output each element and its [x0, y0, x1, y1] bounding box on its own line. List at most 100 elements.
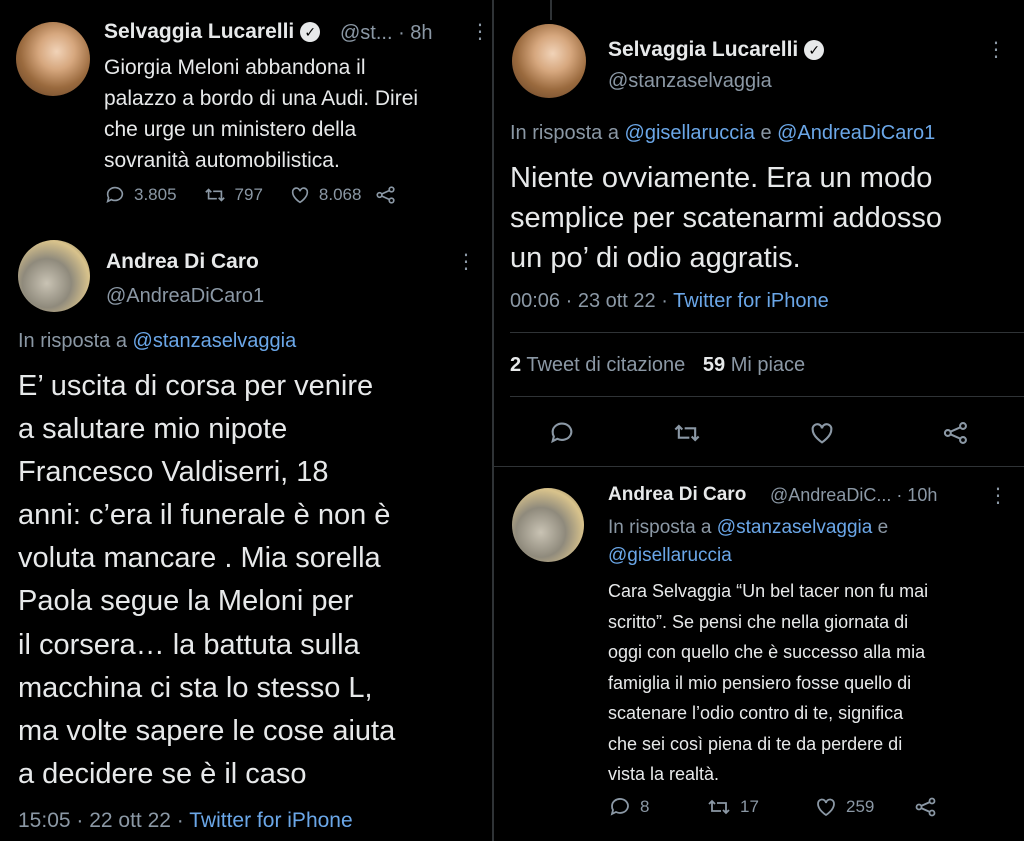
tweet-timestamp: 00:06 · 23 ott 22 · Twitter for iPhone: [510, 290, 829, 313]
more-options-icon[interactable]: ⋮: [456, 252, 476, 272]
reply-button[interactable]: 8: [608, 795, 706, 819]
like-count: 8.068: [318, 185, 362, 204]
tweet-text: Cara Selvaggia “Un bel tacer non fu mai …: [608, 576, 1018, 790]
thread-line: [550, 0, 552, 20]
tweet-text: Giorgia Meloni abbandona il palazzo a bo…: [104, 52, 474, 176]
reply-joiner: e: [760, 122, 772, 144]
text-line: il corsera… la battuta sulla: [18, 628, 360, 661]
reply-count: 8: [640, 797, 650, 816]
text-line: sovranità automobilistica.: [104, 149, 340, 172]
share-icon[interactable]: [942, 419, 970, 447]
timestamp-text[interactable]: 15:05 · 22 ott 22 ·: [18, 809, 184, 832]
tweet-actions: 8 17 259: [608, 795, 938, 819]
heart-icon: [291, 187, 309, 204]
share-icon[interactable]: [914, 795, 938, 819]
source-link[interactable]: Twitter for iPhone: [673, 290, 829, 312]
verified-icon: ✓: [300, 22, 321, 43]
mention-link[interactable]: @stanzaselvaggia: [133, 330, 297, 352]
avatar[interactable]: [18, 240, 90, 312]
author-handle[interactable]: @AndreaDiCaro1: [106, 285, 264, 308]
retweet-button[interactable]: 17: [706, 795, 814, 819]
text-line: un po’ di odio aggratis.: [510, 242, 801, 274]
engagement-stats: 2 Tweet di citazione 59 Mi piace: [510, 354, 805, 377]
reply-icon: [610, 798, 629, 816]
heart-icon[interactable]: [808, 419, 836, 447]
mention-link[interactable]: @gisellaruccia: [625, 122, 755, 144]
reply-joiner: e: [877, 517, 889, 538]
like-stat[interactable]: 59 Mi piace: [703, 354, 805, 376]
text-line: a salutare mio nipote: [18, 413, 288, 446]
author-name[interactable]: Andrea Di Caro: [608, 484, 746, 506]
retweet-icon: [708, 799, 730, 815]
avatar[interactable]: [16, 22, 90, 96]
divider: [494, 466, 1024, 467]
tweet-timestamp: 15:05 · 22 ott 22 · Twitter for iPhone: [18, 809, 353, 833]
text-line: oggi con quello che è successo alla mia: [608, 642, 926, 662]
handle-time[interactable]: @st... · 8h: [340, 22, 433, 45]
quote-stat[interactable]: 2 Tweet di citazione: [510, 354, 691, 376]
reply-context: In risposta a @gisellaruccia e @AndreaDi…: [510, 122, 935, 145]
reply-button[interactable]: 3.805: [104, 184, 177, 206]
text-line: che sei così piena di te da perdere di: [608, 733, 903, 754]
text-line: scritto”. Se pensi che nella giornata di: [608, 611, 909, 632]
retweet-button[interactable]: 797: [203, 184, 263, 206]
mention-link[interactable]: @AndreaDiCaro1: [777, 122, 935, 144]
like-button[interactable]: 259: [814, 795, 914, 819]
reply-icon: [106, 186, 124, 203]
text-line: Paola segue la Meloni per: [18, 585, 354, 618]
author-name-text: Selvaggia Lucarelli: [104, 20, 295, 43]
text-line: vista la realtà.: [608, 764, 720, 784]
tweet-text: E’ uscita di corsa per venire a salutare…: [18, 365, 488, 796]
text-line: Francesco Valdiserri, 18: [18, 456, 329, 489]
text-line: anni: c’era il funerale è non è: [18, 499, 391, 532]
text-line: Cara Selvaggia “Un bel tacer non fu mai: [608, 581, 929, 601]
author-name[interactable]: Andrea Di Caro: [106, 250, 259, 274]
quote-label: Tweet di citazione: [526, 354, 686, 376]
timestamp-text[interactable]: 00:06 · 23 ott 22 ·: [510, 290, 668, 312]
text-line: E’ uscita di corsa per venire: [18, 370, 374, 402]
tweet-text: Niente ovviamente. Era un modo semplice …: [510, 158, 1015, 278]
avatar[interactable]: [512, 488, 584, 562]
more-options-icon[interactable]: ⋮: [988, 486, 1008, 506]
text-line: voluta mancare . Mia sorella: [18, 542, 381, 575]
reply-prefix: In risposta a: [510, 122, 619, 144]
reply-prefix: In risposta a: [18, 330, 127, 352]
text-line: che urge un ministero della: [104, 118, 357, 141]
reply-icon[interactable]: [548, 419, 576, 447]
retweet-count: 797: [234, 185, 263, 204]
verified-icon: ✓: [804, 40, 825, 61]
text-line: semplice per scatenarmi addosso: [510, 202, 942, 234]
text-line: ma volte sapere le cose aiuta: [18, 714, 396, 747]
handle-time[interactable]: @AndreaDiC... · 10h: [770, 485, 937, 506]
text-line: famiglia il mio pensiero fosse quello di: [608, 672, 912, 693]
retweet-icon[interactable]: [672, 419, 702, 447]
avatar[interactable]: [512, 24, 586, 98]
more-options-icon[interactable]: ⋮: [470, 22, 490, 42]
like-button[interactable]: 8.068: [289, 184, 362, 206]
text-line: macchina ci sta lo stesso L,: [18, 671, 373, 704]
text-line: palazzo a bordo di una Audi. Direi: [104, 87, 419, 110]
text-line: scatenare l’odio contro di te, significa: [608, 703, 904, 723]
author-name-text: Selvaggia Lucarelli: [608, 38, 799, 61]
reply-context: In risposta a @stanzaselvaggia e @gisell…: [608, 514, 1008, 570]
retweet-icon: [204, 188, 225, 202]
divider: [510, 396, 1024, 397]
share-icon[interactable]: [375, 184, 397, 206]
author-name[interactable]: Selvaggia Lucarelli ✓: [608, 38, 825, 62]
author-name[interactable]: Selvaggia Lucarelli ✓: [104, 20, 321, 44]
author-handle[interactable]: @stanzaselvaggia: [608, 70, 772, 93]
more-options-icon[interactable]: ⋮: [986, 40, 1006, 60]
like-stat-label: Mi piace: [730, 354, 806, 376]
source-link[interactable]: Twitter for iPhone: [189, 809, 352, 832]
reply-count: 3.805: [134, 185, 177, 204]
mention-link[interactable]: @gisellaruccia: [608, 545, 732, 566]
mention-link[interactable]: @stanzaselvaggia: [717, 517, 873, 538]
tweet-actions: 3.805 797 8.068: [104, 184, 397, 206]
reply-prefix: In risposta a: [608, 517, 712, 538]
like-stat-count: 59: [702, 354, 726, 376]
quote-count: 2: [510, 354, 522, 376]
retweet-count: 17: [740, 797, 759, 816]
tweet-actions: [544, 417, 984, 449]
left-panel: Selvaggia Lucarelli ✓ @st... · 8h ⋮ Giorg…: [0, 0, 492, 841]
like-count: 259: [846, 797, 875, 816]
